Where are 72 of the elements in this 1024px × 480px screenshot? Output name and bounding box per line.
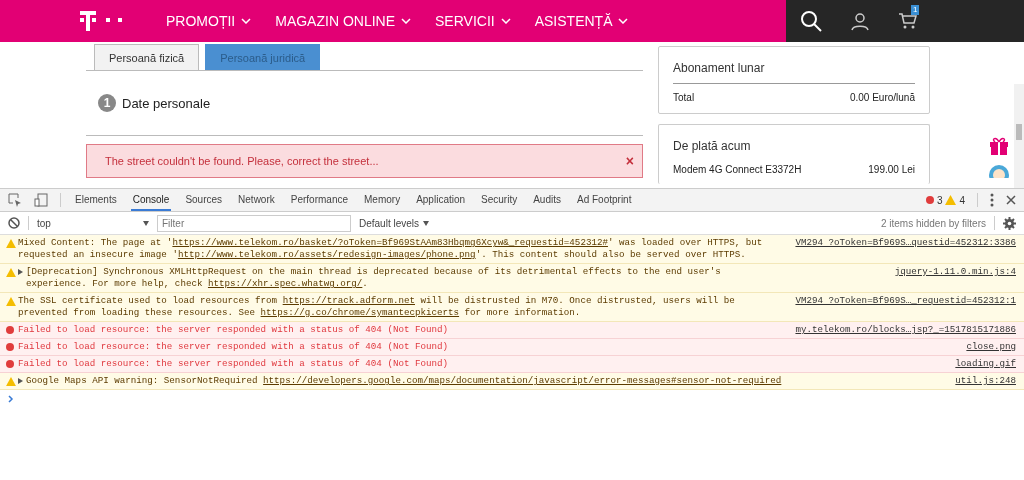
hidden-items-note: 2 items hidden by filters	[880, 217, 986, 229]
alert-message: The street couldn't be found. Please, correct the street...	[105, 155, 380, 167]
warning-count: 4	[959, 194, 965, 206]
close-icon[interactable]	[1006, 195, 1016, 205]
console-message: [Deprecation] Synchronous XMLHttpRequest on the main thread is deprecated because of its detrimental effects to the end user's experience. For more help, check https://xhr.spec.whatwg.org/.	[26, 266, 722, 290]
link[interactable]: https://g.co/chrome/symantecpkicerts	[260, 307, 460, 318]
item-price: 199.00 Lei	[868, 164, 915, 175]
source-link[interactable]: VM294 ?oToken=Bf969S…_requestid=452312:1	[795, 295, 1016, 307]
link[interactable]: https://www.telekom.ro/basket/?oToken=Bf969StAAm83Hbqmg6Xcyw&_requestid=452312#	[172, 237, 608, 248]
source-link[interactable]: VM294 ?oToken=Bf969S…questid=452312:3386	[795, 237, 1016, 249]
error-count: 3	[936, 194, 943, 206]
context-dropdown[interactable]: top	[37, 217, 149, 229]
console-message: Failed to load resource: the server responded with a status of 404 (Not Found)	[18, 358, 450, 370]
devtools-tab[interactable]: Network	[236, 189, 277, 211]
step-number-badge: 1	[98, 94, 116, 112]
item-name: Modem 4G Connect E3372H	[673, 164, 802, 175]
nav-menu-item[interactable]: SERVICII	[435, 13, 511, 29]
more-options-icon[interactable]	[990, 193, 994, 207]
chat-assistant-icon[interactable]	[988, 164, 1010, 178]
source-link[interactable]: jquery-1.11.0.min.js:4	[894, 266, 1016, 278]
filter-field[interactable]: Filter	[157, 214, 351, 232]
expand-icon[interactable]	[18, 378, 23, 384]
card-title: De plată acum	[673, 138, 752, 155]
error-icon	[925, 196, 934, 204]
prompt-chevron-icon	[8, 395, 14, 403]
inspect-element-icon[interactable]	[8, 193, 22, 207]
source-link[interactable]: loading.gif	[955, 358, 1016, 370]
search-icon[interactable]	[800, 10, 822, 32]
devtools-tab[interactable]: Elements	[73, 189, 119, 211]
user-icon[interactable]	[850, 11, 870, 31]
devtools-tab[interactable]: Performance	[288, 189, 350, 211]
scrollbar[interactable]	[1014, 84, 1024, 188]
source-link[interactable]: close.png	[966, 341, 1016, 353]
source-link[interactable]: my.telekom.ro/blocks…jsp?_=1517815171886	[795, 324, 1016, 336]
devtools-tab[interactable]: Console	[130, 189, 172, 211]
card-title: Abonament lunar	[673, 47, 915, 84]
console-message: The SSL certificate used to load resources from https://track.adform.net will be distrusted in M70. Once distrusted, users will be prevented from loading these resources. See https://g.co/chrome/symantecpkicerts for more information.	[18, 295, 736, 319]
console-message: Failed to load resource: the server responded with a status of 404 (Not Found)	[18, 341, 450, 353]
devtools-tab[interactable]: Ad Footprint	[575, 189, 634, 211]
step-title: Date personale	[122, 95, 211, 111]
devtools-tab[interactable]: Security	[479, 189, 520, 211]
chevron-down-icon	[618, 18, 629, 24]
link[interactable]: https://xhr.spec.whatwg.org/	[207, 278, 363, 289]
link[interactable]: https://developers.google.com/maps/documentation/javascript/error-messages#sensor-not-required	[263, 375, 782, 386]
clear-console-icon[interactable]	[8, 217, 20, 229]
link[interactable]: http://www.telekom.ro/assets/redesign-images/phone.png	[177, 249, 476, 260]
nav-menu-item[interactable]: PROMOȚII	[166, 13, 252, 29]
devtools-tab[interactable]: Sources	[183, 189, 225, 211]
nav-menu-item[interactable]: MAGAZIN ONLINE	[275, 13, 412, 29]
customer-type-tab[interactable]: Persoană fizică	[94, 44, 200, 70]
source-link[interactable]: util.js:248	[955, 375, 1016, 387]
close-button[interactable]: ×	[625, 153, 634, 169]
console-message: Failed to load resource: the server responded with a status of 404 (Not Found)	[18, 324, 450, 336]
devtools-tab[interactable]: Audits	[531, 189, 563, 211]
link[interactable]: https://track.adform.net	[282, 295, 415, 306]
chevron-down-icon	[241, 18, 252, 24]
total-label: Total	[673, 92, 695, 103]
expand-icon[interactable]	[18, 269, 23, 275]
device-toolbar-icon[interactable]	[34, 193, 48, 207]
console-message: Mixed Content: The page at 'https://www.telekom.ro/basket/?oToken=Bf969StAAm83Hbqmg6Xcyw&_requestid=452312#' was loaded over HTTPS, but requested an insecure image 'http://www.telekom.ro/assets/redesign-images/phone.png'. This content should also be served over HTTPS.	[18, 237, 764, 261]
devtools-tab[interactable]: Application	[414, 189, 468, 211]
chevron-down-icon	[401, 18, 412, 24]
chevron-down-icon	[500, 18, 511, 24]
devtools-tab[interactable]: Memory	[362, 189, 403, 211]
cart-icon[interactable]	[898, 12, 918, 30]
total-value: 0.00 Euro/lună	[849, 92, 915, 103]
cart-count-badge: 1	[911, 5, 920, 15]
log-levels-dropdown[interactable]: Default levels	[359, 217, 430, 229]
console-message: Google Maps API warning: SensorNotRequired https://developers.google.com/maps/documentation/javascript/error-messages#sensor-not-required	[26, 375, 783, 387]
nav-menu-item[interactable]: ASISTENȚĂ	[534, 13, 629, 29]
warning-icon	[945, 195, 957, 205]
settings-icon[interactable]	[1003, 216, 1016, 230]
